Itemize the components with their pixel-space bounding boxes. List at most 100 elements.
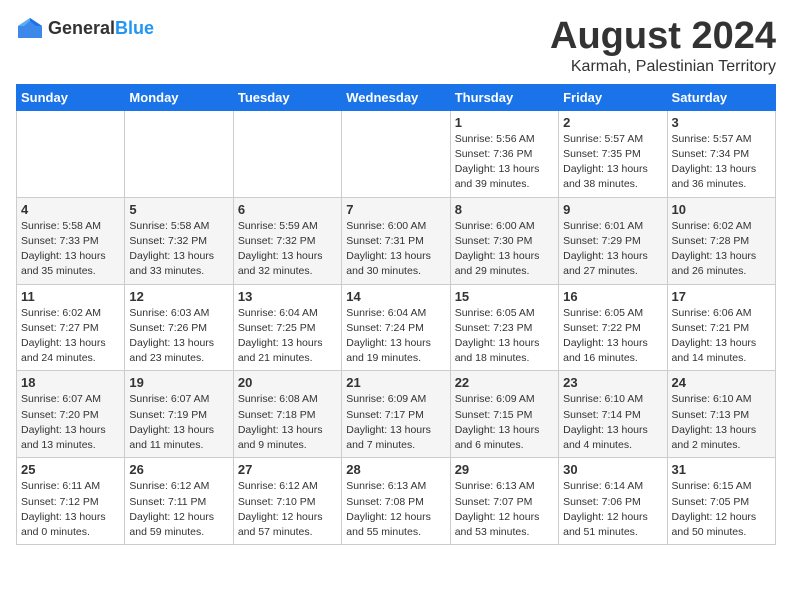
- day-info: Sunrise: 6:07 AM Sunset: 7:20 PM Dayligh…: [21, 392, 120, 453]
- logo-general: General: [48, 18, 115, 38]
- day-info: Sunrise: 5:57 AM Sunset: 7:34 PM Dayligh…: [672, 132, 771, 193]
- calendar-cell: 27 Sunrise: 6:12 AM Sunset: 7:10 PM Dayli…: [233, 458, 341, 545]
- calendar-week-5: 25 Sunrise: 6:11 AM Sunset: 7:12 PM Dayli…: [17, 458, 776, 545]
- day-number: 12: [129, 289, 228, 304]
- weekday-header-tuesday: Tuesday: [233, 84, 341, 110]
- day-number: 30: [563, 462, 662, 477]
- calendar-cell: 5 Sunrise: 5:58 AM Sunset: 7:32 PM Daylig…: [125, 197, 233, 284]
- day-number: 4: [21, 202, 120, 217]
- calendar-cell: 8 Sunrise: 6:00 AM Sunset: 7:30 PM Daylig…: [450, 197, 558, 284]
- day-info: Sunrise: 5:56 AM Sunset: 7:36 PM Dayligh…: [455, 132, 554, 193]
- day-info: Sunrise: 6:05 AM Sunset: 7:23 PM Dayligh…: [455, 306, 554, 367]
- calendar-cell: 21 Sunrise: 6:09 AM Sunset: 7:17 PM Dayli…: [342, 371, 450, 458]
- calendar-cell: 9Sunrise: 6:01 AM Sunset: 7:29 PM Daylig…: [559, 197, 667, 284]
- logo-text: GeneralBlue: [48, 18, 154, 39]
- day-number: 5: [129, 202, 228, 217]
- day-info: Sunrise: 5:58 AM Sunset: 7:33 PM Dayligh…: [21, 219, 120, 280]
- day-number: 18: [21, 375, 120, 390]
- day-number: 13: [238, 289, 337, 304]
- title-area: August 2024 Karmah, Palestinian Territor…: [550, 16, 776, 76]
- day-info: Sunrise: 6:09 AM Sunset: 7:17 PM Dayligh…: [346, 392, 445, 453]
- day-number: 22: [455, 375, 554, 390]
- day-number: 31: [672, 462, 771, 477]
- calendar-cell: 20Sunrise: 6:08 AM Sunset: 7:18 PM Dayli…: [233, 371, 341, 458]
- calendar-cell: 4 Sunrise: 5:58 AM Sunset: 7:33 PM Daylig…: [17, 197, 125, 284]
- day-info: Sunrise: 6:14 AM Sunset: 7:06 PM Dayligh…: [563, 479, 662, 540]
- day-number: 17: [672, 289, 771, 304]
- calendar-cell: 2 Sunrise: 5:57 AM Sunset: 7:35 PM Daylig…: [559, 110, 667, 197]
- day-number: 9: [563, 202, 662, 217]
- calendar-cell: 19 Sunrise: 6:07 AM Sunset: 7:19 PM Dayli…: [125, 371, 233, 458]
- day-number: 19: [129, 375, 228, 390]
- day-number: 28: [346, 462, 445, 477]
- month-year-title: August 2024: [550, 16, 776, 58]
- day-number: 29: [455, 462, 554, 477]
- day-number: 6: [238, 202, 337, 217]
- calendar-cell: 12 Sunrise: 6:03 AM Sunset: 7:26 PM Dayli…: [125, 284, 233, 371]
- day-number: 25: [21, 462, 120, 477]
- day-number: 8: [455, 202, 554, 217]
- location-subtitle: Karmah, Palestinian Territory: [550, 58, 776, 76]
- day-info: Sunrise: 6:06 AM Sunset: 7:21 PM Dayligh…: [672, 306, 771, 367]
- calendar-cell: 28 Sunrise: 6:13 AM Sunset: 7:08 PM Dayli…: [342, 458, 450, 545]
- generalblue-logo-icon: [16, 16, 44, 40]
- calendar-cell: [342, 110, 450, 197]
- header: GeneralBlue August 2024 Karmah, Palestin…: [16, 16, 776, 76]
- day-number: 1: [455, 115, 554, 130]
- calendar-cell: 16 Sunrise: 6:05 AM Sunset: 7:22 PM Dayli…: [559, 284, 667, 371]
- day-info: Sunrise: 6:07 AM Sunset: 7:19 PM Dayligh…: [129, 392, 228, 453]
- calendar-cell: 14 Sunrise: 6:04 AM Sunset: 7:24 PM Dayli…: [342, 284, 450, 371]
- day-number: 7: [346, 202, 445, 217]
- calendar-cell: 25 Sunrise: 6:11 AM Sunset: 7:12 PM Dayli…: [17, 458, 125, 545]
- day-info: Sunrise: 5:57 AM Sunset: 7:35 PM Dayligh…: [563, 132, 662, 193]
- day-number: 26: [129, 462, 228, 477]
- calendar-week-1: 1 Sunrise: 5:56 AM Sunset: 7:36 PM Daylig…: [17, 110, 776, 197]
- calendar-cell: 23Sunrise: 6:10 AM Sunset: 7:14 PM Dayli…: [559, 371, 667, 458]
- day-number: 21: [346, 375, 445, 390]
- weekday-header-sunday: Sunday: [17, 84, 125, 110]
- calendar-cell: [233, 110, 341, 197]
- day-number: 16: [563, 289, 662, 304]
- calendar-cell: 18 Sunrise: 6:07 AM Sunset: 7:20 PM Dayli…: [17, 371, 125, 458]
- calendar-table: SundayMondayTuesdayWednesdayThursdayFrid…: [16, 84, 776, 545]
- day-info: Sunrise: 6:02 AM Sunset: 7:27 PM Dayligh…: [21, 306, 120, 367]
- calendar-cell: [17, 110, 125, 197]
- weekday-header-saturday: Saturday: [667, 84, 775, 110]
- day-info: Sunrise: 6:12 AM Sunset: 7:11 PM Dayligh…: [129, 479, 228, 540]
- day-info: Sunrise: 6:04 AM Sunset: 7:24 PM Dayligh…: [346, 306, 445, 367]
- day-info: Sunrise: 6:04 AM Sunset: 7:25 PM Dayligh…: [238, 306, 337, 367]
- day-info: Sunrise: 6:00 AM Sunset: 7:30 PM Dayligh…: [455, 219, 554, 280]
- day-number: 27: [238, 462, 337, 477]
- calendar-cell: 17 Sunrise: 6:06 AM Sunset: 7:21 PM Dayli…: [667, 284, 775, 371]
- day-number: 2: [563, 115, 662, 130]
- calendar-cell: 6 Sunrise: 5:59 AM Sunset: 7:32 PM Daylig…: [233, 197, 341, 284]
- day-number: 3: [672, 115, 771, 130]
- day-info: Sunrise: 6:13 AM Sunset: 7:07 PM Dayligh…: [455, 479, 554, 540]
- calendar-cell: 15Sunrise: 6:05 AM Sunset: 7:23 PM Dayli…: [450, 284, 558, 371]
- weekday-header-friday: Friday: [559, 84, 667, 110]
- calendar-cell: 26 Sunrise: 6:12 AM Sunset: 7:11 PM Dayli…: [125, 458, 233, 545]
- day-info: Sunrise: 6:13 AM Sunset: 7:08 PM Dayligh…: [346, 479, 445, 540]
- day-number: 10: [672, 202, 771, 217]
- day-number: 23: [563, 375, 662, 390]
- day-number: 14: [346, 289, 445, 304]
- calendar-week-2: 4 Sunrise: 5:58 AM Sunset: 7:33 PM Daylig…: [17, 197, 776, 284]
- calendar-cell: 30 Sunrise: 6:14 AM Sunset: 7:06 PM Dayli…: [559, 458, 667, 545]
- day-number: 11: [21, 289, 120, 304]
- day-info: Sunrise: 6:15 AM Sunset: 7:05 PM Dayligh…: [672, 479, 771, 540]
- calendar-cell: 22Sunrise: 6:09 AM Sunset: 7:15 PM Dayli…: [450, 371, 558, 458]
- calendar-cell: 11 Sunrise: 6:02 AM Sunset: 7:27 PM Dayli…: [17, 284, 125, 371]
- calendar-week-4: 18 Sunrise: 6:07 AM Sunset: 7:20 PM Dayli…: [17, 371, 776, 458]
- day-info: Sunrise: 6:11 AM Sunset: 7:12 PM Dayligh…: [21, 479, 120, 540]
- day-info: Sunrise: 6:03 AM Sunset: 7:26 PM Dayligh…: [129, 306, 228, 367]
- day-number: 20: [238, 375, 337, 390]
- day-info: Sunrise: 5:58 AM Sunset: 7:32 PM Dayligh…: [129, 219, 228, 280]
- calendar-cell: 24Sunrise: 6:10 AM Sunset: 7:13 PM Dayli…: [667, 371, 775, 458]
- day-info: Sunrise: 6:05 AM Sunset: 7:22 PM Dayligh…: [563, 306, 662, 367]
- calendar-cell: 31 Sunrise: 6:15 AM Sunset: 7:05 PM Dayli…: [667, 458, 775, 545]
- weekday-header-monday: Monday: [125, 84, 233, 110]
- day-info: Sunrise: 5:59 AM Sunset: 7:32 PM Dayligh…: [238, 219, 337, 280]
- calendar-cell: 13 Sunrise: 6:04 AM Sunset: 7:25 PM Dayli…: [233, 284, 341, 371]
- logo: GeneralBlue: [16, 16, 154, 40]
- day-info: Sunrise: 6:12 AM Sunset: 7:10 PM Dayligh…: [238, 479, 337, 540]
